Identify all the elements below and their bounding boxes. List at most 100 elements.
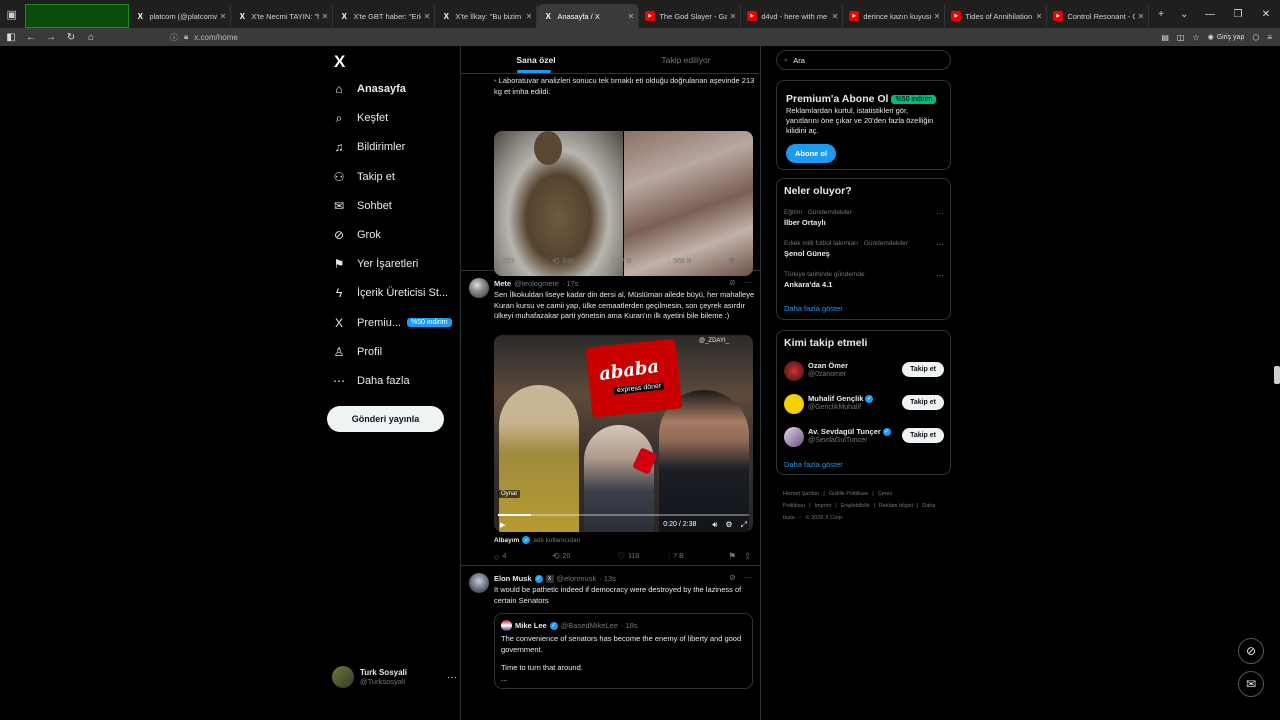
more-icon[interactable]: ···	[936, 271, 944, 280]
fullscreen-icon[interactable]: ⤢	[741, 520, 747, 530]
bookmark-button[interactable]: ⚑	[728, 256, 744, 267]
browser-tab[interactable]: ▶Control Resonant - Gamepl ✕	[1047, 4, 1150, 28]
browser-tab[interactable]: ▶Tides of Annihilation - Minu✕	[945, 4, 1048, 28]
grok-float-button[interactable]: ⊘	[1238, 638, 1264, 664]
repost-button[interactable]: ⟲ 836	[552, 256, 610, 267]
tab-following[interactable]: Takip ediliyor	[611, 46, 760, 73]
avatar[interactable]	[469, 573, 489, 593]
footer-link[interactable]: Erişilebilirlik	[841, 503, 870, 509]
nav-item[interactable]: ⋯ Daha fazla	[332, 374, 410, 388]
follow-button[interactable]: Takip et	[902, 362, 944, 377]
browser-tab[interactable]: ▶The God Slayer - Gameplay ✕	[639, 4, 742, 28]
footer-link[interactable]: Hizmet Şartları	[783, 491, 819, 497]
post-image-meat-pot[interactable]	[494, 131, 623, 276]
follow-suggestion[interactable]: Av. Sevdagül Tunçer ✓ @SevdaGulTuncer Takip…	[784, 425, 944, 449]
trend-item[interactable]: Eğitim · Gündemdekiler İlber Ortaylı ···	[784, 209, 944, 227]
views-button[interactable]: ⫶ 7 B	[668, 551, 728, 562]
close-tab-icon[interactable]: ✕	[934, 12, 941, 21]
follow-suggestion[interactable]: Ozan Ömer @0zanomer Takip et	[784, 359, 944, 383]
url-field[interactable]: ⓘ 🔒︎ x.com/home	[170, 32, 238, 43]
search-input[interactable]: ⌕ Ara	[776, 50, 951, 70]
nav-item[interactable]: ♙ Profil	[332, 345, 382, 359]
close-tab-icon[interactable]: ✕	[1138, 12, 1145, 21]
share-button[interactable]: ⇪	[744, 256, 752, 267]
new-tab-button[interactable]: +	[1149, 0, 1172, 28]
close-tab-icon[interactable]: ✕	[526, 12, 533, 21]
quoted-post[interactable]: Mike Lee ✓ @BasedMikeLee · 18s The conve…	[494, 613, 753, 689]
browser-tab[interactable]: X X'te Necmi TAYIN: "herkes i ✕	[231, 4, 334, 28]
video-attribution[interactable]: Albayım ✓ adlı kullanıcıdan	[494, 536, 580, 544]
browser-tab[interactable]: X X'te İlkay: "Bu bizim Hariciy ✕	[435, 4, 538, 28]
home-button[interactable]: ⌂	[82, 28, 100, 46]
share-button[interactable]: ⇪	[744, 551, 752, 562]
close-tab-icon[interactable]: ✕	[424, 12, 431, 21]
trend-item[interactable]: Erkek milli futbol takımları · Gündemdek…	[784, 240, 944, 258]
author-name[interactable]: Mete	[494, 279, 511, 288]
avatar[interactable]	[469, 278, 489, 298]
account-more-icon[interactable]: ···	[447, 672, 457, 683]
favorite-star-icon[interactable]: ☆	[1192, 33, 1199, 42]
nav-item[interactable]: ϟ İçerik Üreticisi St...	[332, 286, 448, 300]
post-video[interactable]: ababa express döner @_ZDAYI_ Oynat ▶ 0:2…	[494, 335, 753, 532]
trend-item[interactable]: Türkiye tarihinde gündemde Ankara'da 4.1 ·…	[784, 271, 944, 289]
like-button[interactable]: ♡ 7 B	[610, 256, 668, 267]
follow-button[interactable]: Takip et	[902, 428, 944, 443]
account-switcher[interactable]: Turk Sosyali @Turksosyali ···	[332, 666, 457, 688]
views-button[interactable]: ⫶ 968 B	[668, 256, 728, 267]
more-icon[interactable]: ···	[744, 573, 752, 582]
split-view-icon[interactable]: ◫	[1177, 33, 1185, 42]
post-time[interactable]: · 13s	[599, 574, 616, 583]
tab-for-you[interactable]: Sana özel	[461, 46, 611, 73]
post-lab-analysis[interactable]: • Laboratuvar analizleri sonucu tek tırn…	[461, 74, 760, 276]
nav-item[interactable]: ⚇ Takip et	[332, 170, 395, 184]
bookmark-button[interactable]: ⚑	[728, 551, 744, 562]
close-tab-icon[interactable]: ✕	[220, 12, 227, 21]
nav-item[interactable]: ⊘ Grok	[332, 228, 381, 242]
browser-tab[interactable]: X Anasayfa / X ✕	[537, 4, 640, 28]
grok-icon[interactable]: ⊘	[729, 278, 736, 287]
subscribe-button[interactable]: Abone ol	[786, 144, 837, 163]
footer-link[interactable]: Gizlilik Politikası	[829, 491, 868, 497]
reply-button[interactable]: ○ 253	[494, 256, 552, 267]
post-image-meat-foil[interactable]	[624, 131, 753, 276]
browser-tab[interactable]: Xplatcom (@platcomweb) / X ✕	[129, 4, 232, 28]
author-handle[interactable]: @elonmusk	[557, 574, 597, 583]
follow-button[interactable]: Takip et	[902, 395, 944, 410]
back-button[interactable]: ←	[22, 28, 40, 46]
close-tab-icon[interactable]: ✕	[730, 12, 737, 21]
nav-item[interactable]: ⌂ Anasayfa	[332, 82, 406, 96]
follow-suggestion[interactable]: Muhalif Gençlik ✓ @GenclikMuhalif Takip et	[784, 392, 944, 416]
repost-button[interactable]: ⟲ 20	[552, 551, 617, 562]
nav-item[interactable]: ✉ Sohbet	[332, 199, 392, 213]
maximize-button[interactable]: ❐	[1224, 0, 1252, 28]
browser-menu-icon[interactable]: ≡	[1267, 33, 1272, 42]
close-tab-icon[interactable]: ✕	[322, 12, 329, 21]
settings-icon[interactable]: ⚙	[725, 520, 732, 529]
browser-tab[interactable]: X X'te GBT haber: "Erkekler ta ✕	[333, 4, 436, 28]
more-icon[interactable]: ···	[936, 240, 944, 249]
post-time[interactable]: · 17s	[562, 279, 579, 288]
close-tab-icon[interactable]: ✕	[1036, 12, 1043, 21]
nav-item[interactable]: ⌕ Keşfet	[332, 111, 389, 125]
extensions-icon[interactable]: ⬡	[1252, 33, 1259, 42]
messages-float-button[interactable]: ✉	[1238, 671, 1264, 697]
post-button[interactable]: Gönderi yayınla	[327, 406, 444, 432]
author-name[interactable]: Elon Musk	[494, 574, 532, 583]
trends-show-more[interactable]: Daha fazla göster	[784, 304, 843, 313]
minimize-button[interactable]: —	[1196, 0, 1224, 28]
browser-tab[interactable]: ▶d4vd - here with me ( slowe ✕	[741, 4, 844, 28]
like-button[interactable]: ♡ 118	[617, 551, 668, 562]
grok-icon[interactable]: ⊘	[729, 573, 736, 582]
more-icon[interactable]: ···	[936, 209, 944, 218]
footer-link[interactable]: Reklam bilgisi	[879, 503, 913, 509]
tab-actions-icon[interactable]: ▣	[0, 0, 23, 28]
close-tab-icon[interactable]: ✕	[832, 12, 839, 21]
footer-link[interactable]: Imprint	[814, 503, 831, 509]
reader-icon[interactable]: ▤	[1161, 33, 1169, 42]
footer-link[interactable]: © 2026 X Corp.	[806, 515, 844, 521]
video-progress-bar[interactable]	[498, 514, 749, 516]
volume-icon[interactable]: 🔊︎	[712, 520, 717, 530]
tab-list-chevron-icon[interactable]: ⌄	[1173, 0, 1196, 28]
post-elon[interactable]: Elon Musk ✓ X @elonmusk · 13s ⊘ ··· It w…	[461, 567, 760, 720]
nav-item[interactable]: ⚑ Yer İşaretleri	[332, 257, 419, 271]
